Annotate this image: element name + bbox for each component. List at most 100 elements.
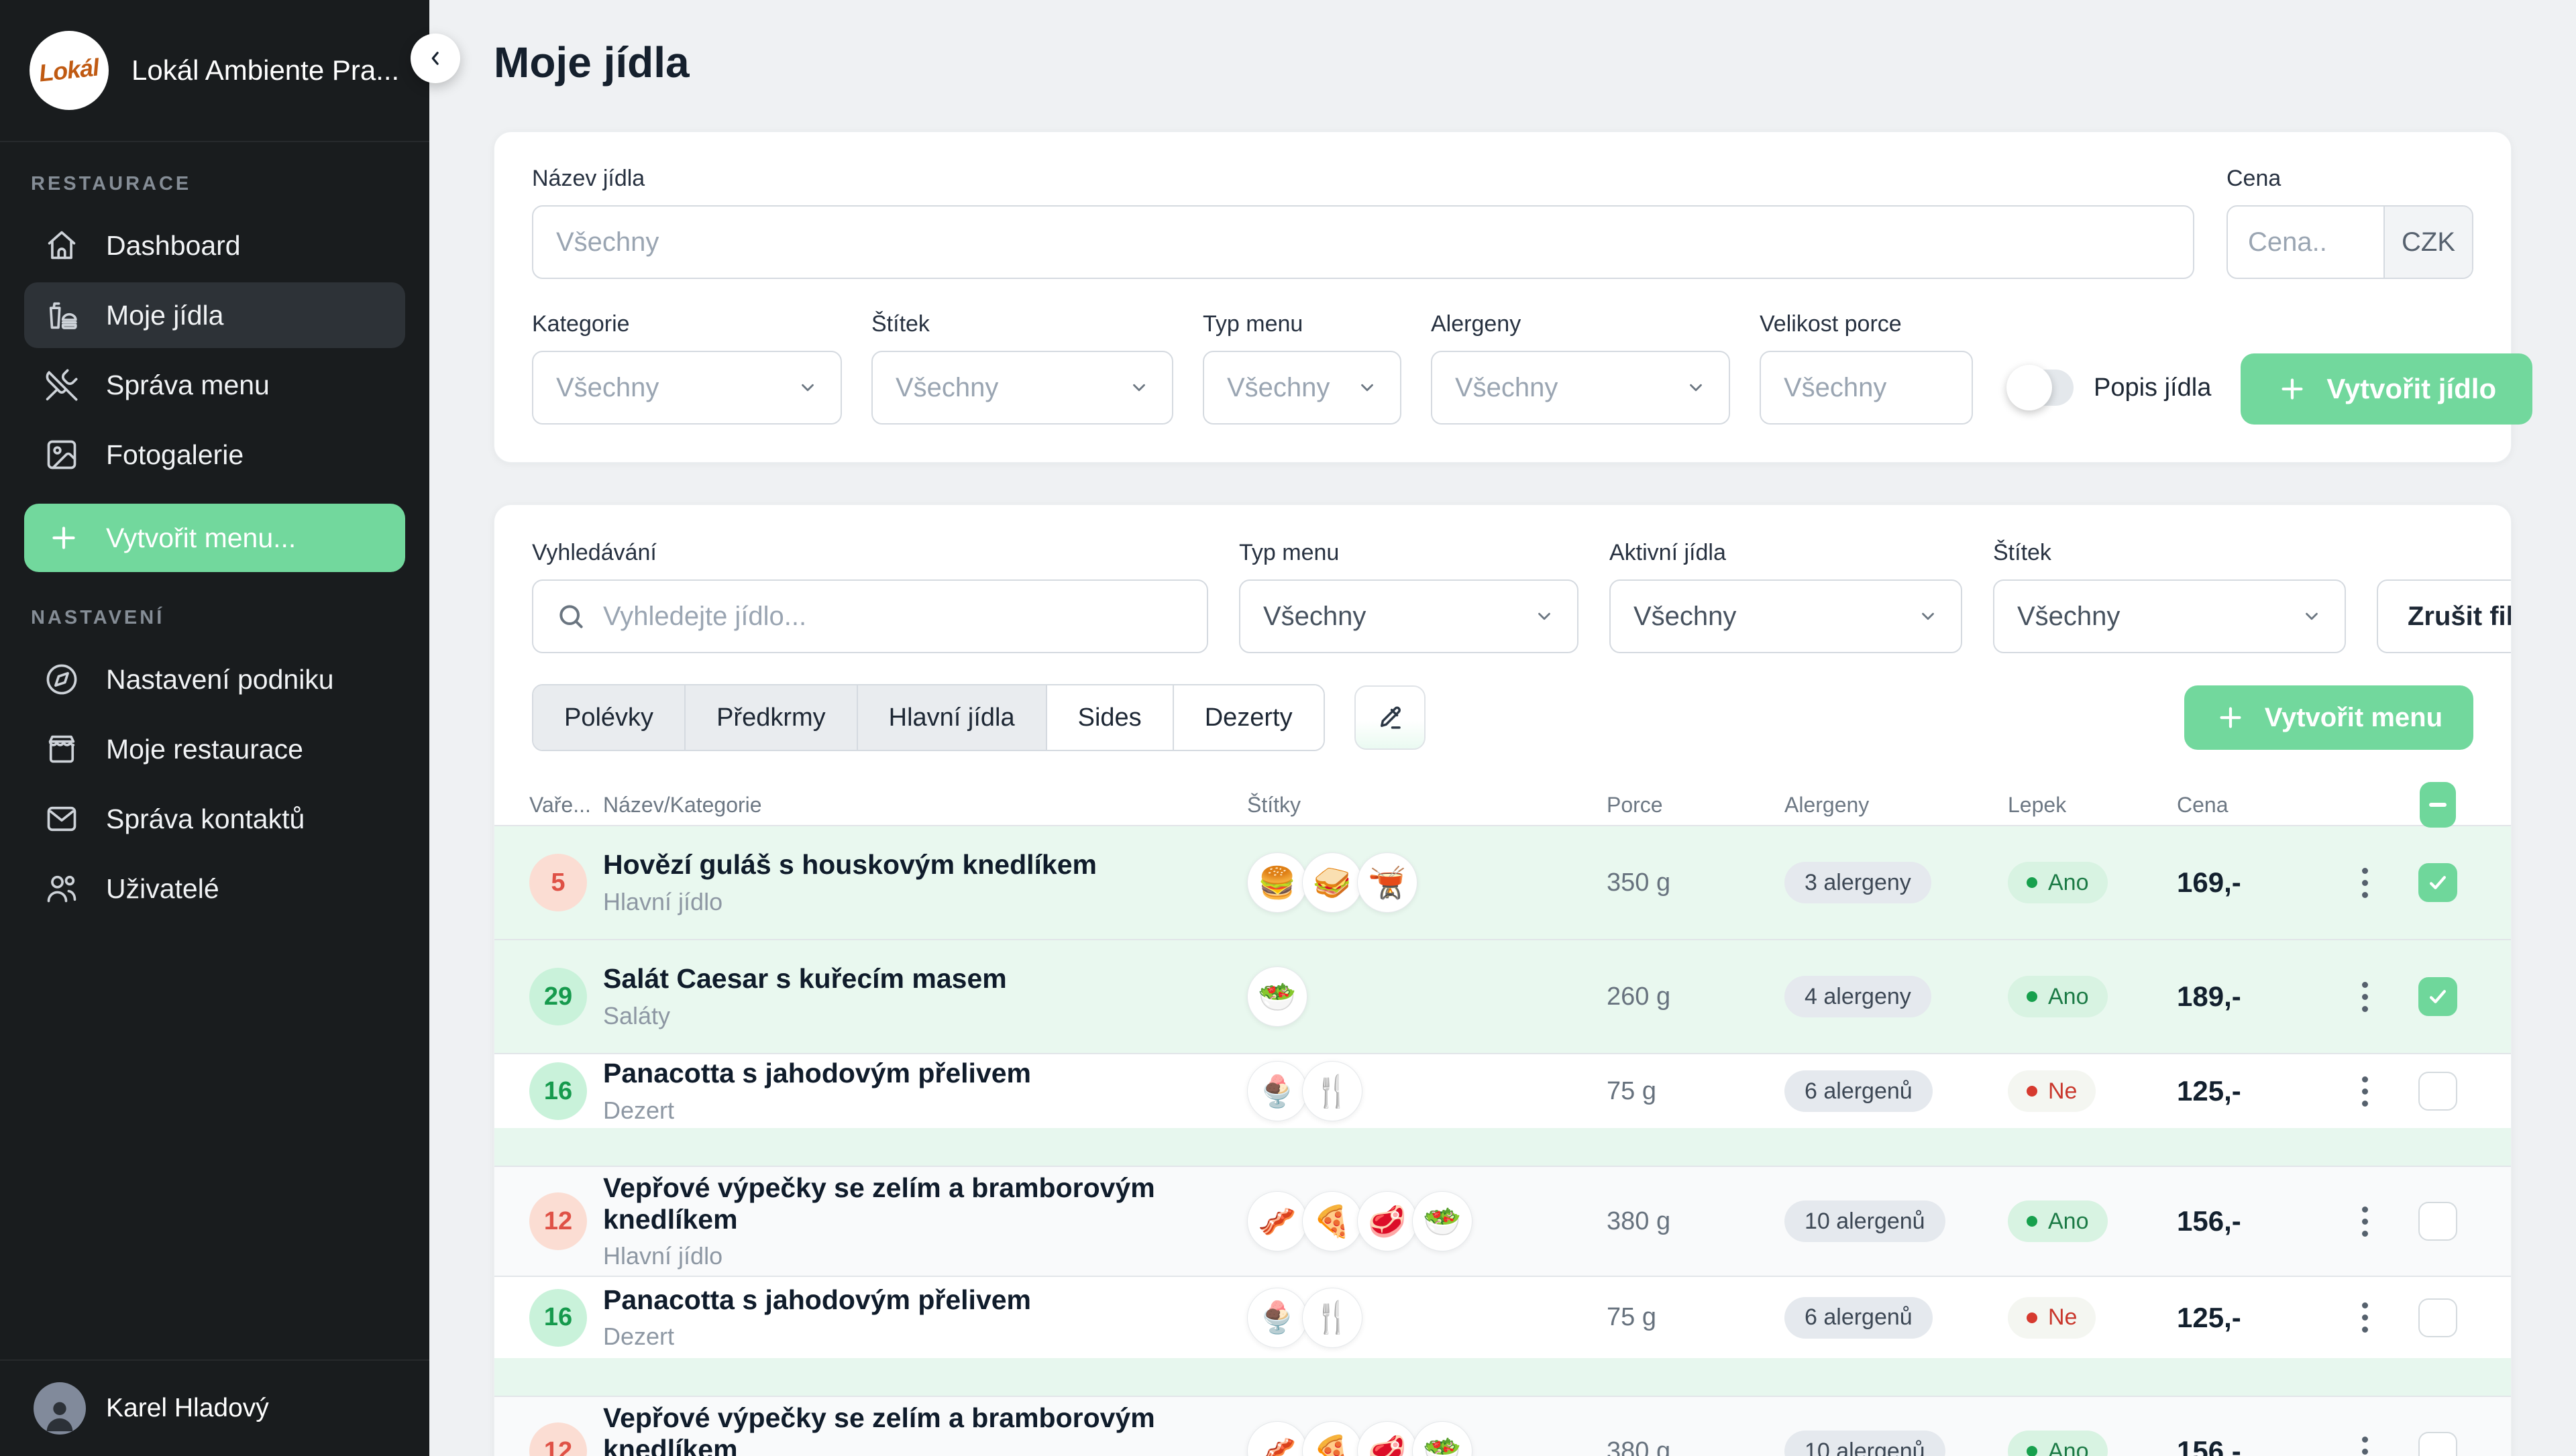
fondue-icon: 🫕 (1357, 852, 1417, 913)
row-checkbox[interactable] (2418, 863, 2457, 902)
sidebar-item-label: Uživatelé (106, 873, 219, 905)
create-dish-button[interactable]: Vytvořit jídlo (2241, 353, 2532, 425)
row-menu-button[interactable] (2362, 1302, 2368, 1333)
meal-icon (44, 298, 79, 333)
row-menu-button[interactable] (2362, 1207, 2368, 1237)
dish-description-toggle[interactable] (2009, 370, 2074, 406)
table-row[interactable]: 29 Salát Caesar s kuřecím masem Saláty 🥗… (494, 940, 2511, 1053)
tab-p-edkrmy[interactable]: Předkrmy (686, 685, 858, 750)
dish-name: Panacotta s jahodovým přelivem (603, 1284, 1247, 1316)
image-icon (44, 437, 79, 472)
status-dot (2027, 1086, 2037, 1097)
salad-icon: 🥗 (1247, 966, 1307, 1027)
tab-sides[interactable]: Sides (1047, 685, 1174, 750)
list-tag-select[interactable]: Všechny (1993, 579, 2346, 653)
sidebar-item-spr-va-menu[interactable]: Správa menu (24, 352, 405, 418)
row-checkbox[interactable] (2418, 1202, 2457, 1241)
tab-pol-vky[interactable]: Polévky (533, 685, 686, 750)
row-menu-button[interactable] (2362, 982, 2368, 1012)
sidebar-item-nastaven-podniku[interactable]: Nastavení podniku (24, 647, 405, 712)
dish-count-badge: 29 (529, 968, 587, 1025)
category-tabs: PolévkyPředkrmyHlavní jídlaSidesDezerty (532, 684, 1325, 751)
table-row[interactable]: 12 Vepřové výpečky se zelím a bramborový… (494, 1167, 2511, 1276)
dish-name-input[interactable]: Všechny (532, 205, 2194, 279)
row-menu-button[interactable] (2362, 868, 2368, 898)
category-select[interactable]: Všechny (532, 351, 842, 425)
mail-icon (44, 801, 79, 836)
sidebar-collapse-button[interactable] (411, 34, 460, 83)
dish-tags: 🍨🍴 (1247, 1061, 1607, 1121)
active-dishes-label: Aktivní jídla (1609, 540, 1962, 566)
chevron-down-icon (1918, 606, 1938, 626)
sidebar-create-menu-button[interactable]: Vytvořit menu... (24, 504, 405, 572)
active-dishes-select[interactable]: Všechny (1609, 579, 1962, 653)
list-menu-type-select[interactable]: Všechny (1239, 579, 1578, 653)
row-checkbox[interactable] (2418, 1072, 2457, 1111)
sidebar-item-fotogalerie[interactable]: Fotogalerie (24, 422, 405, 488)
price-input[interactable]: Cena.. (2228, 207, 2383, 278)
cutlery-icon: 🍴 (1302, 1288, 1362, 1348)
brand-logo-text: Lokál (38, 53, 101, 87)
brand-logo: Lokál (30, 31, 109, 110)
status-dot (2027, 1446, 2037, 1456)
edit-categories-button[interactable] (1354, 685, 1426, 750)
sidebar-item-moje-j-dla[interactable]: Moje jídla (24, 282, 405, 348)
table-body: 5 Hovězí guláš s houskovým knedlíkem Hla… (494, 826, 2511, 1456)
row-checkbox[interactable] (2418, 977, 2457, 1016)
col-price: Cena (2177, 793, 2324, 818)
sidebar-item-moje-restaurace[interactable]: Moje restaurace (24, 716, 405, 782)
search-input[interactable]: Vyhledejte jídlo... (532, 579, 1208, 653)
table-row[interactable]: 16 Panacotta s jahodovým přelivem Dezert… (494, 1054, 2511, 1128)
row-menu-button[interactable] (2362, 1437, 2368, 1456)
dish-portion: 350 g (1607, 869, 1784, 897)
create-menu-button[interactable]: Vytvořit menu (2184, 685, 2473, 750)
sidebar-item-spr-va-kontakt-[interactable]: Správa kontaktů (24, 786, 405, 852)
main-content: Moje jídla Název jídla Všechny Cena Cena… (429, 0, 2576, 1456)
gluten-badge: Ne (2008, 1297, 2096, 1339)
status-dot (2027, 1216, 2037, 1227)
steak-icon: 🥩 (1357, 1191, 1417, 1251)
pizza-icon: 🍕 (1302, 1421, 1362, 1456)
dish-table: Vaře... Název/Kategorie Štítky Porce Ale… (494, 782, 2511, 1456)
row-checkbox[interactable] (2418, 1298, 2457, 1337)
sidebar-item-label: Nastavení podniku (106, 664, 334, 695)
tab-dezerty[interactable]: Dezerty (1174, 685, 1324, 750)
table-row[interactable]: 5 Hovězí guláš s houskovým knedlíkem Hla… (494, 826, 2511, 939)
dish-tags: 🥓🍕🥩🥗 (1247, 1191, 1607, 1251)
menu-type-label: Typ menu (1203, 311, 1401, 337)
sidebar-item-label: Fotogalerie (106, 439, 244, 471)
col-allergens: Alergeny (1784, 793, 2008, 818)
row-menu-button[interactable] (2362, 1076, 2368, 1107)
sidebar-item-dashboard[interactable]: Dashboard (24, 213, 405, 278)
sidebar-user[interactable]: Karel Hladový (0, 1359, 429, 1456)
dish-portion: 75 g (1607, 1303, 1784, 1332)
table-row[interactable]: 12 Vepřové výpečky se zelím a bramborový… (494, 1397, 2511, 1456)
bacon-icon: 🥓 (1247, 1191, 1307, 1251)
menu-type-select[interactable]: Všechny (1203, 351, 1401, 425)
sidebar-item-u-ivatel-[interactable]: Uživatelé (24, 856, 405, 921)
allergens-badge: 10 alergenů (1784, 1200, 1945, 1242)
dish-portion: 260 g (1607, 983, 1784, 1011)
col-tags: Štítky (1247, 793, 1607, 818)
dish-price: 156,- (2177, 1205, 2324, 1237)
chevron-down-icon (1686, 378, 1706, 398)
allergens-select[interactable]: Všechny (1431, 351, 1730, 425)
page-title: Moje jídla (494, 38, 2512, 87)
dish-category: Hlavní jídlo (603, 1242, 1247, 1270)
dish-name: Hovězí guláš s houskovým knedlíkem (603, 849, 1247, 881)
portion-size-label: Velikost porce (1760, 311, 1973, 337)
row-checkbox[interactable] (2418, 1432, 2457, 1456)
select-all-checkbox[interactable] (2420, 782, 2456, 828)
gluten-badge: Ano (2008, 1200, 2108, 1242)
table-row[interactable]: 16 Panacotta s jahodovým přelivem Dezert… (494, 1277, 2511, 1358)
bacon-icon: 🥓 (1247, 1421, 1307, 1456)
tab-hlavn-j-dla[interactable]: Hlavní jídla (858, 685, 1047, 750)
chevron-left-icon (425, 48, 445, 68)
portion-size-input[interactable]: Všechny (1760, 351, 1973, 425)
salad-icon: 🥗 (1412, 1421, 1472, 1456)
tag-select[interactable]: Všechny (871, 351, 1173, 425)
allergens-badge: 6 alergenů (1784, 1070, 1933, 1112)
sidebar-nav-restaurace: Dashboard Moje jídla Správa menu Fotogal… (0, 209, 429, 492)
sidebar-item-label: Dashboard (106, 230, 241, 262)
clear-filters-button[interactable]: Zrušit filtry (2377, 579, 2512, 653)
